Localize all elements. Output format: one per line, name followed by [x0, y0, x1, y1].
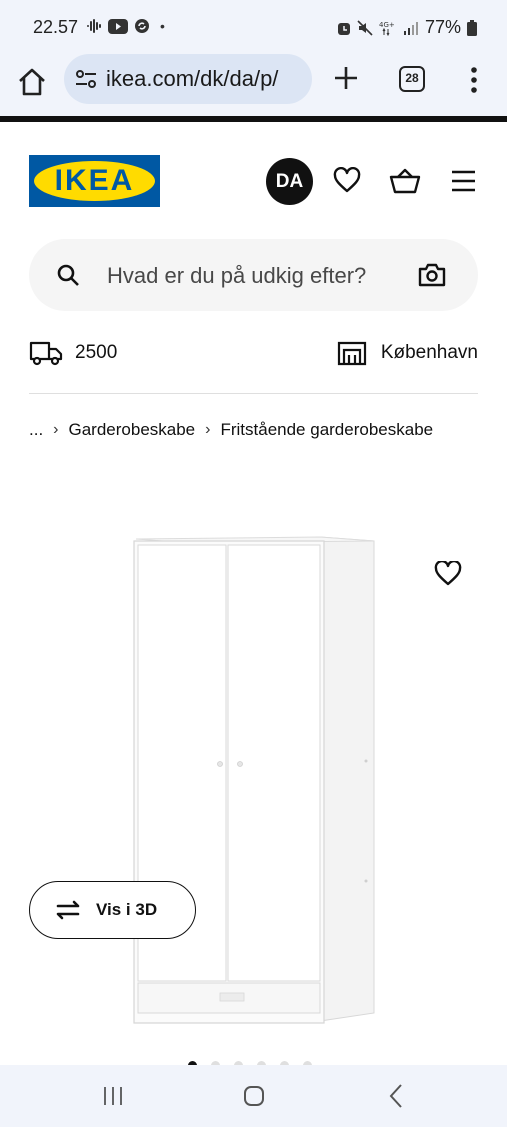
search-input[interactable]: Hvad er du på udkig efter? — [107, 263, 366, 289]
status-bar: 22.57 • 4G+ 77% — [0, 0, 507, 54]
status-time: 22.57 — [33, 17, 79, 37]
search-icon[interactable] — [56, 263, 80, 287]
postcode-text: 2500 — [75, 342, 118, 363]
url-bar[interactable]: ikea.com/dk/da/p/ — [64, 54, 312, 104]
new-tab-icon[interactable] — [332, 64, 360, 92]
url-text[interactable]: ikea.com/dk/da/p/ — [106, 66, 306, 92]
rotate-3d-icon — [56, 900, 80, 920]
chevron-right-icon: › — [53, 421, 59, 438]
mute-icon — [357, 19, 373, 36]
view-in-3d-label: Vis i 3D — [96, 900, 158, 919]
logo-text: IKEA — [54, 164, 135, 197]
add-to-favourites-heart-icon[interactable] — [434, 561, 462, 587]
breadcrumb-ellipsis[interactable]: ... — [29, 420, 43, 440]
browser-menu-icon[interactable] — [466, 66, 482, 94]
view-in-3d-button[interactable]: Vis i 3D — [29, 881, 196, 939]
network-4g-icon: 4G+ — [379, 21, 395, 36]
audio-wave-icon — [87, 19, 101, 33]
delivery-truck-icon — [29, 341, 63, 366]
alarm-icon — [337, 22, 350, 35]
store-name: København — [380, 342, 478, 363]
page-top-border — [0, 116, 507, 122]
ikea-logo[interactable]: IKEA — [29, 155, 160, 207]
svg-text:4G+: 4G+ — [379, 21, 395, 29]
back-icon[interactable] — [387, 1083, 405, 1109]
product-image-wardrobe[interactable] — [130, 535, 378, 1025]
site-settings-icon[interactable] — [74, 68, 98, 90]
store-selector-button[interactable]: København — [337, 340, 478, 366]
breadcrumb-item-fritstaaende[interactable]: Fritstående garderobeskabe — [220, 420, 433, 440]
battery-icon — [467, 19, 477, 36]
more-notifications-dot-icon: • — [160, 18, 165, 34]
browser-toolbar: ikea.com/dk/da/p/ 28 — [0, 54, 507, 116]
tab-switcher-button[interactable]: 28 — [399, 66, 425, 92]
status-notification-icons: • — [86, 18, 165, 34]
delivery-postcode-button[interactable]: 2500 — [29, 340, 117, 366]
home-icon[interactable] — [16, 66, 48, 98]
sync-icon — [135, 19, 149, 33]
recent-apps-icon[interactable] — [102, 1085, 124, 1107]
store-icon — [337, 341, 366, 366]
system-navigation-bar — [0, 1065, 507, 1127]
battery-percent: 77% — [424, 17, 461, 37]
signal-icon — [403, 21, 418, 35]
divider — [29, 393, 478, 394]
home-nav-icon[interactable] — [243, 1085, 265, 1107]
search-bar[interactable]: Hvad er du på udkig efter? — [29, 239, 478, 311]
status-system-icons: 4G+ 77% — [337, 17, 477, 38]
camera-search-icon[interactable] — [418, 263, 446, 287]
shopping-basket-icon[interactable] — [389, 167, 421, 195]
breadcrumb: ... › Garderobeskabe › Fritstående garde… — [29, 420, 433, 440]
language-button[interactable]: DA — [266, 158, 313, 205]
youtube-icon — [108, 18, 128, 34]
breadcrumb-item-garderobeskabe[interactable]: Garderobeskabe — [69, 420, 196, 440]
chevron-right-icon: › — [205, 421, 211, 438]
favourites-heart-icon[interactable] — [333, 167, 361, 195]
hamburger-menu-icon[interactable] — [451, 170, 476, 192]
